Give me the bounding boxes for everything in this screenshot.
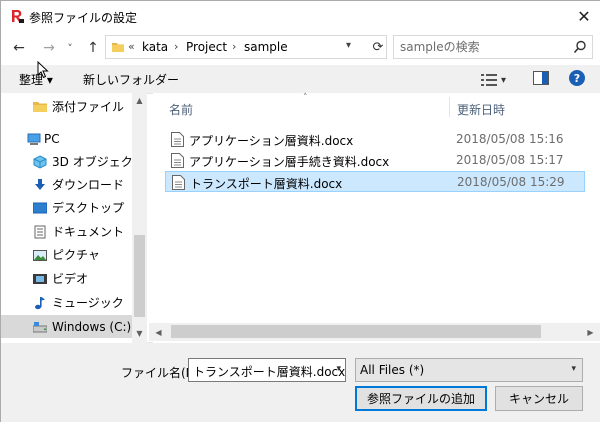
preview-pane-icon (533, 71, 549, 85)
sidebar-item-label: ミュージック (52, 296, 124, 310)
add-reference-file-button[interactable]: 参照ファイルの追加 (355, 386, 487, 411)
refresh-button[interactable]: ⟳ (370, 38, 386, 56)
file-row-selected[interactable]: トランスポート層資料.docx 2018/05/08 15:29 (165, 171, 585, 192)
music-icon (33, 296, 47, 310)
view-options-button[interactable]: ▾ (481, 71, 517, 89)
close-button[interactable]: ✕ (567, 1, 600, 31)
file-row[interactable]: アプリケーション層手続き資料.docx 2018/05/08 15:17 (165, 150, 585, 171)
document-file-icon (171, 132, 184, 147)
sidebar-item-label: デスクトップ (52, 201, 125, 215)
sidebar-scrollbar-thumb[interactable] (134, 235, 145, 317)
sidebar-item-label: 添付ファイル (52, 100, 125, 114)
sidebar-item-music[interactable]: ミュージック (1, 291, 132, 314)
folder-icon (112, 41, 124, 53)
new-folder-button[interactable]: 新しいフォルダー (83, 71, 179, 88)
folder-icon (33, 100, 47, 114)
back-button[interactable]: ← (9, 38, 29, 58)
sidebar-item-pc[interactable]: PC (1, 127, 132, 150)
cancel-button[interactable]: キャンセル (495, 386, 583, 411)
scroll-up-button[interactable]: ▲ (132, 93, 147, 108)
column-header-name[interactable]: 名前 (169, 101, 193, 118)
navigation-pane: 添付ファイル PC 3D オブジェクト ダウンロード デスクトップ ドキュメント… (1, 93, 147, 343)
recent-locations-button[interactable]: ˅ (63, 38, 77, 58)
chevron-down-icon: ▾ (501, 74, 507, 86)
documents-icon (33, 225, 47, 239)
file-name: トランスポート層資料.docx (190, 177, 343, 191)
up-arrow-icon: ↑ (87, 40, 99, 56)
chevron-down-icon[interactable]: ▾ (336, 364, 341, 374)
sidebar-item-3d-objects[interactable]: 3D オブジェクト (1, 150, 145, 173)
up-button[interactable]: ↑ (83, 38, 103, 58)
window-title: 参照ファイルの設定 (29, 11, 138, 25)
app-logo-icon (9, 8, 25, 24)
filename-value[interactable]: トランスポート層資料.docx (193, 363, 345, 380)
file-row[interactable]: アプリケーション層資料.docx 2018/05/08 15:16 (165, 129, 585, 150)
address-overflow-icon[interactable]: « (128, 40, 135, 53)
file-name: アプリケーション層手続き資料.docx (189, 155, 390, 169)
forward-arrow-icon: → (43, 40, 55, 56)
sort-ascending-icon: ˄ (303, 93, 308, 103)
filename-combobox[interactable]: トランスポート層資料.docx ▾ (188, 358, 346, 382)
refresh-icon: ⟳ (372, 39, 384, 55)
sidebar-item-pictures[interactable]: ピクチャ (1, 243, 132, 266)
sidebar-item-attachments[interactable]: 添付ファイル (1, 95, 132, 118)
search-input[interactable] (394, 36, 570, 58)
help-button[interactable]: ? (569, 70, 585, 86)
search-box[interactable] (393, 35, 593, 59)
help-icon: ? (573, 71, 581, 85)
sidebar-item-downloads[interactable]: ダウンロード (1, 173, 132, 196)
forward-button[interactable]: → (39, 38, 59, 58)
close-icon: ✕ (577, 6, 591, 26)
3d-objects-icon (33, 154, 47, 169)
scroll-left-button[interactable]: ◀ (151, 325, 166, 340)
pc-icon (27, 132, 41, 146)
file-modified-date: 2018/05/08 15:17 (456, 153, 564, 167)
file-name: アプリケーション層資料.docx (189, 134, 354, 148)
sidebar-item-documents[interactable]: ドキュメント (1, 220, 132, 243)
file-modified-date: 2018/05/08 15:16 (456, 132, 564, 146)
column-divider[interactable] (449, 97, 450, 117)
preview-pane-button[interactable] (533, 71, 549, 87)
sidebar-item-videos[interactable]: ビデオ (1, 267, 132, 290)
file-type-value: All Files (*) (360, 363, 425, 377)
sidebar-item-desktop[interactable]: デスクトップ (1, 196, 132, 219)
sidebar-item-label: ドキュメント (52, 225, 125, 239)
drive-icon (33, 320, 47, 334)
document-file-icon (171, 153, 184, 168)
search-icon[interactable] (572, 39, 588, 55)
address-history-chevron-icon[interactable]: ▾ (346, 40, 351, 51)
details-view-icon (481, 74, 497, 86)
download-icon (33, 178, 47, 192)
chevron-down-icon: ▾ (571, 364, 576, 374)
sidebar-item-label: Windows (C:) (52, 319, 132, 334)
sidebar-item-label: ピクチャ (52, 248, 100, 262)
breadcrumb-sample[interactable]: sample (244, 40, 288, 54)
pictures-icon (33, 248, 47, 262)
address-bar[interactable]: « kata › Project › sample ▾ ⟳ (105, 35, 387, 59)
sidebar-item-label: PC (44, 131, 60, 146)
breadcrumb-kata[interactable]: kata (142, 40, 168, 54)
breadcrumb-separator-icon[interactable]: › (174, 40, 178, 53)
file-dialog-window: 参照ファイルの設定 ✕ ← → ˅ ↑ « kata › Project › s… (0, 0, 600, 422)
mouse-cursor-icon (37, 60, 49, 79)
scroll-down-button[interactable]: ▼ (132, 326, 147, 341)
videos-icon (33, 272, 47, 286)
sidebar-item-label: ダウンロード (52, 178, 125, 192)
sidebar-item-label: 3D オブジェクト (52, 155, 145, 169)
sidebar-item-windows-drive[interactable]: Windows (C:) (1, 315, 132, 338)
breadcrumb-project[interactable]: Project (186, 40, 227, 54)
sidebar-item-label: ビデオ (52, 272, 89, 286)
scroll-right-button[interactable]: ▶ (583, 325, 598, 340)
horizontal-scrollbar-thumb[interactable] (171, 325, 541, 338)
column-header-modified[interactable]: 更新日時 (457, 101, 505, 118)
desktop-icon (33, 201, 47, 215)
chevron-down-icon: ˅ (67, 41, 73, 55)
back-arrow-icon: ← (13, 40, 25, 56)
document-file-icon (172, 175, 185, 190)
breadcrumb-separator-icon[interactable]: › (232, 40, 236, 53)
file-modified-date: 2018/05/08 15:29 (457, 175, 565, 189)
file-type-select[interactable]: All Files (*) ▾ (355, 358, 583, 382)
